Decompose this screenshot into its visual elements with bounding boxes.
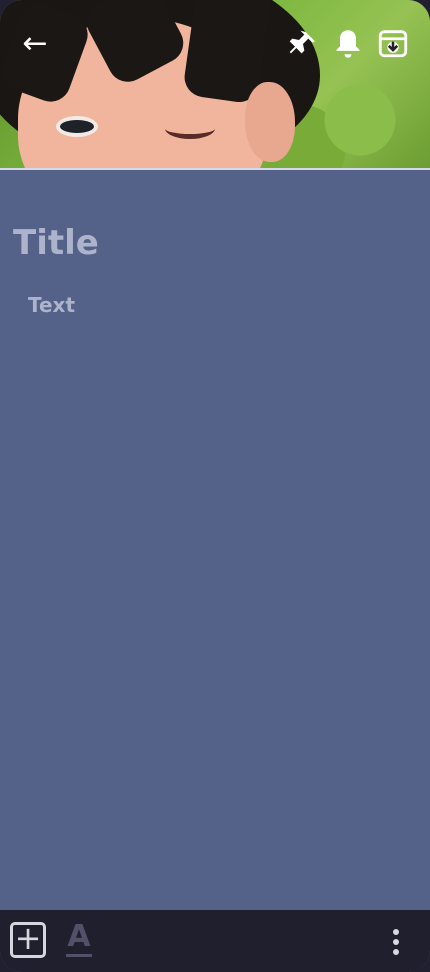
open-eye	[60, 120, 94, 133]
note-editor-screen: ← Title Text + A	[0, 0, 430, 972]
note-title-placeholder[interactable]: Title	[13, 223, 99, 263]
archive-down-icon	[378, 30, 408, 58]
bell-icon	[336, 30, 360, 58]
ear-shape	[245, 82, 295, 162]
arrow-left-icon: ←	[22, 25, 48, 61]
pin-button[interactable]	[286, 27, 320, 61]
reminder-button[interactable]	[333, 27, 363, 61]
winking-eye	[165, 118, 215, 139]
more-dot	[393, 949, 399, 955]
bottom-toolbar	[0, 910, 430, 972]
more-dot	[393, 929, 399, 935]
pin-icon	[289, 30, 315, 54]
text-style-icon[interactable]: A	[66, 921, 92, 957]
archive-button[interactable]	[376, 25, 410, 61]
more-dot	[393, 939, 399, 945]
back-button[interactable]: ←	[18, 25, 52, 61]
more-vert-icon[interactable]	[392, 929, 400, 955]
note-text-placeholder[interactable]: Text	[28, 293, 75, 317]
add-box-icon[interactable]: +	[10, 922, 46, 958]
note-header-image: ←	[0, 0, 430, 170]
